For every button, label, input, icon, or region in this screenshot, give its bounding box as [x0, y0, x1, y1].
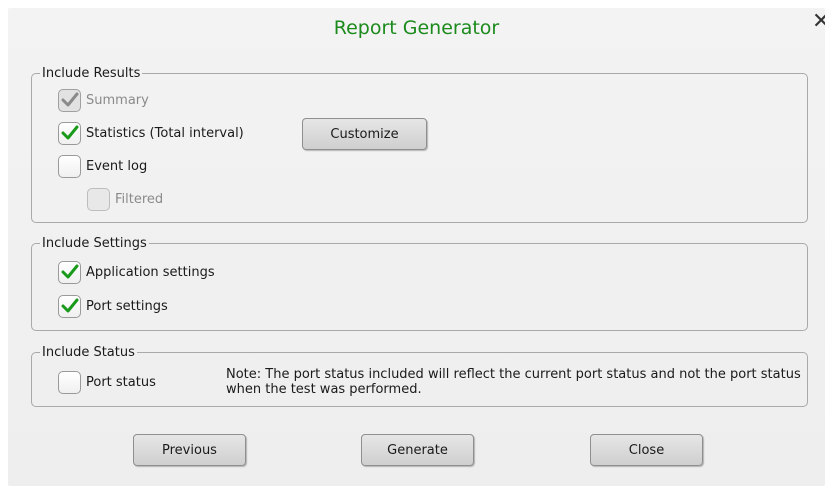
filtered-label: Filtered [115, 191, 164, 207]
statistics-option[interactable]: Statistics (Total interval) [58, 121, 244, 145]
event-log-option[interactable]: Event log [58, 154, 147, 178]
application-settings-label: Application settings [86, 264, 215, 280]
statistics-checkbox[interactable] [58, 121, 81, 145]
close-icon[interactable]: ✕ [812, 10, 825, 34]
summary-label: Summary [86, 92, 149, 108]
port-settings-label: Port settings [86, 298, 168, 314]
port-settings-checkbox[interactable] [58, 294, 81, 318]
summary-checkbox [58, 88, 81, 112]
event-log-checkbox[interactable] [58, 154, 81, 178]
checkmark-icon [61, 264, 78, 279]
port-status-label: Port status [86, 374, 156, 390]
checkmark-icon [61, 125, 78, 140]
customize-button[interactable]: Customize [302, 118, 427, 150]
checkmark-icon [61, 92, 78, 107]
previous-button[interactable]: Previous [133, 434, 246, 466]
dialog-title: Report Generator [333, 17, 500, 39]
port-status-option[interactable]: Port status [58, 370, 156, 394]
include-status-legend: Include Status [42, 345, 135, 360]
statistics-label: Statistics (Total interval) [86, 125, 244, 141]
include-results-legend: Include Results [42, 66, 141, 81]
checkmark-icon [61, 298, 78, 313]
port-status-checkbox[interactable] [58, 370, 81, 394]
include-settings-legend: Include Settings [42, 236, 147, 251]
report-generator-dialog: Report Generator ✕ Include Results Summa… [8, 8, 825, 486]
filtered-option: Filtered [87, 187, 163, 211]
filtered-checkbox [87, 187, 110, 211]
port-settings-option[interactable]: Port settings [58, 294, 168, 318]
close-button[interactable]: Close [590, 434, 703, 466]
summary-option: Summary [58, 88, 149, 112]
application-settings-checkbox[interactable] [58, 260, 81, 284]
application-settings-option[interactable]: Application settings [58, 260, 215, 284]
event-log-label: Event log [86, 158, 148, 174]
port-status-note: Note: The port status included will refl… [226, 367, 801, 397]
generate-button[interactable]: Generate [361, 434, 474, 466]
